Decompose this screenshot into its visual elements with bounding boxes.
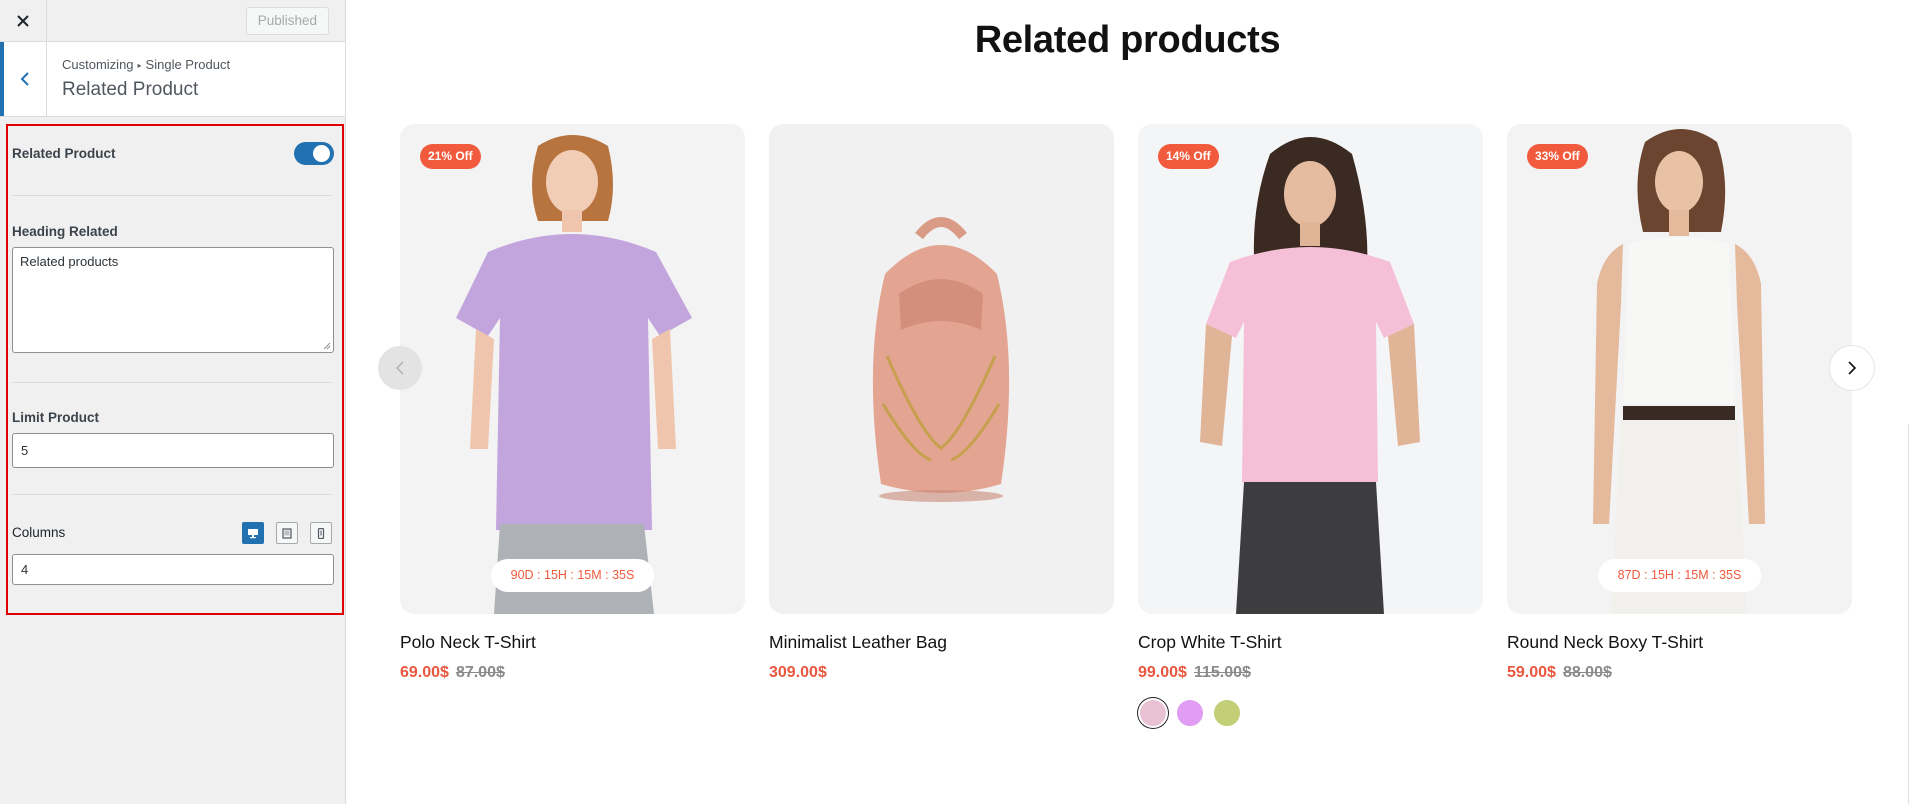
chevron-right-icon [1848, 361, 1857, 375]
pink-tshirt-model-image [1200, 137, 1420, 614]
product-price: 59.00$ 88.00$ [1507, 664, 1612, 682]
product-card[interactable]: 14% Off Crop White T-Shirt 99.00$ 115.00$ [1138, 124, 1483, 728]
product-name[interactable]: Polo Neck T-Shirt [400, 632, 536, 653]
color-swatch-pink[interactable] [1138, 698, 1168, 728]
breadcrumb: Customizing ▸ Single Product [62, 57, 230, 72]
published-button[interactable]: Published [245, 7, 329, 35]
close-customizer-button[interactable] [0, 0, 47, 42]
product-card[interactable]: Minimalist Leather Bag 309.00$ [769, 124, 1114, 681]
regular-price: 115.00$ [1193, 664, 1251, 681]
discount-badge: 14% Off [1158, 144, 1219, 169]
product-image[interactable]: 14% Off [1138, 124, 1483, 614]
product-price: 99.00$ 115.00$ [1138, 664, 1251, 682]
desktop-icon [248, 528, 258, 538]
tablet-device-button[interactable] [276, 522, 298, 544]
controls-panel: Related Product Heading Related Related … [6, 124, 344, 615]
countdown-timer: 90D : 15H : 15M : 35S [490, 559, 655, 592]
divider [12, 195, 332, 196]
divider [12, 382, 332, 383]
regular-price: 88.00$ [1562, 664, 1612, 681]
related-product-toggle[interactable] [294, 142, 334, 165]
product-price: 309.00$ [769, 664, 827, 682]
product-name[interactable]: Minimalist Leather Bag [769, 632, 947, 653]
discount-badge: 33% Off [1527, 144, 1588, 169]
limit-product-label: Limit Product [12, 410, 99, 425]
product-name[interactable]: Crop White T-Shirt [1138, 632, 1282, 653]
discount-badge: 21% Off [420, 144, 481, 169]
limit-product-input[interactable]: 5 [12, 433, 334, 468]
customizer-sidebar: Published Customizing ▸ Single Product Rel… [0, 0, 346, 804]
related-products-heading: Related products [974, 19, 1281, 61]
heading-related-label: Heading Related [12, 224, 118, 239]
divider [12, 494, 332, 495]
heading-related-textarea[interactable]: Related products [12, 247, 334, 353]
countdown-timer: 87D : 15H : 15M : 35S [1597, 559, 1762, 592]
carousel-next-button[interactable] [1830, 346, 1874, 390]
product-image[interactable] [769, 124, 1114, 614]
close-icon [17, 15, 29, 27]
section-title: Related Product [62, 79, 199, 100]
tablet-icon [282, 527, 292, 539]
product-card[interactable]: 33% Off 87D : 15H : 15M : 35S Round Neck… [1507, 124, 1852, 681]
pink-leather-backpack-image [872, 217, 1010, 502]
product-card[interactable]: 21% Off 90D : 15H : 15M : 35S Polo Neck … [400, 124, 745, 681]
chevron-left-icon [20, 72, 29, 86]
sale-price: 99.00$ [1138, 664, 1187, 681]
toggle-knob [313, 145, 330, 162]
product-image[interactable]: 21% Off 90D : 15H : 15M : 35S [400, 124, 745, 614]
section-header: Customizing ▸ Single Product Related Produ… [0, 42, 345, 117]
breadcrumb-root: Customizing [62, 57, 134, 72]
chevron-left-icon [395, 361, 404, 375]
site-preview: Related products 21% Off 90D : 15H : 15M… [346, 0, 1909, 804]
breadcrumb-parent: Single Product [145, 57, 231, 72]
resize-grip-icon[interactable] [323, 342, 331, 350]
color-swatches [1138, 698, 1242, 728]
back-button[interactable] [0, 42, 47, 116]
sale-price: 309.00$ [769, 664, 827, 681]
related-product-label: Related Product [12, 146, 116, 161]
product-price: 69.00$ 87.00$ [400, 664, 505, 682]
color-swatch-purple[interactable] [1175, 698, 1205, 728]
product-name[interactable]: Round Neck Boxy T-Shirt [1507, 632, 1703, 653]
heading-related-value: Related products [20, 254, 119, 269]
desktop-device-button[interactable] [242, 522, 264, 544]
customizer-header: Published [0, 0, 345, 42]
color-swatch-green[interactable] [1212, 698, 1242, 728]
app-window: Published Customizing ▸ Single Product Rel… [0, 0, 1909, 804]
breadcrumb-separator: ▸ [137, 61, 142, 70]
sale-price: 59.00$ [1507, 664, 1556, 681]
lavender-tshirt-model-image [456, 135, 692, 614]
mobile-device-button[interactable] [310, 522, 332, 544]
sale-price: 69.00$ [400, 664, 449, 681]
columns-input[interactable]: 4 [12, 554, 334, 585]
columns-label: Columns [12, 525, 66, 540]
white-tank-model-image [1593, 129, 1765, 614]
mobile-icon [317, 527, 325, 539]
product-image[interactable]: 33% Off 87D : 15H : 15M : 35S [1507, 124, 1852, 614]
regular-price: 87.00$ [455, 664, 505, 681]
carousel-prev-button[interactable] [378, 346, 422, 390]
